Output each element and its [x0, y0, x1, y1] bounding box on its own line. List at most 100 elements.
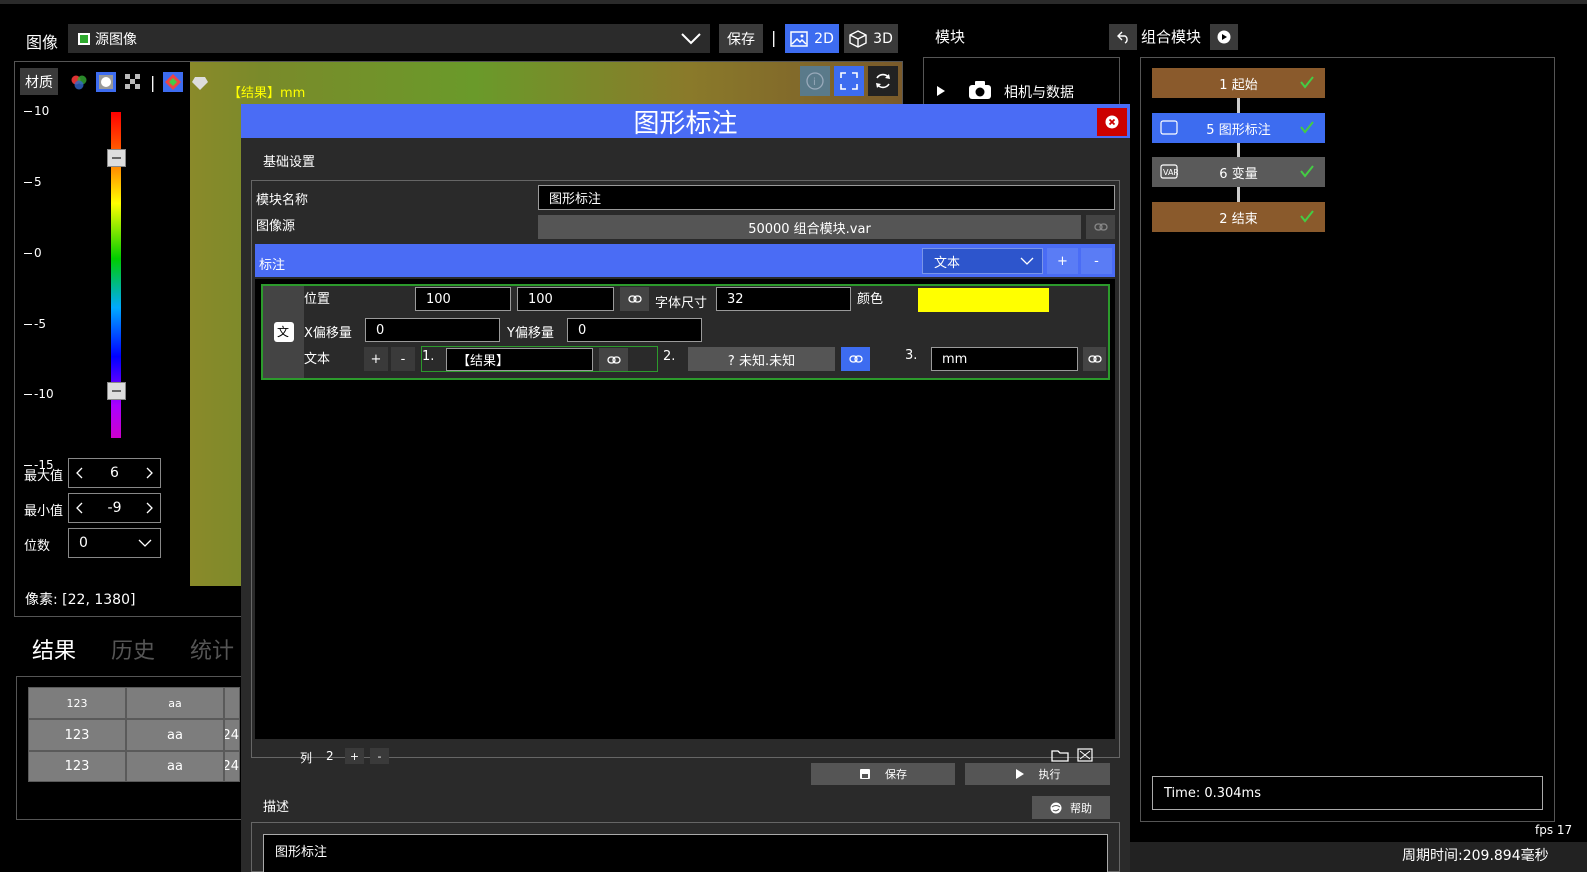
- module-camera-data[interactable]: 相机与数据: [1004, 82, 1074, 102]
- fullscreen-icon[interactable]: [1077, 748, 1093, 762]
- scale-max-handle[interactable]: [107, 149, 126, 167]
- material-toolbar: |: [70, 72, 209, 92]
- combo-title: 组合模块: [1141, 28, 1202, 46]
- flow-node[interactable]: 2 结束: [1152, 202, 1325, 232]
- image-source-label: 图像源: [256, 219, 296, 234]
- link-text-2-button[interactable]: [841, 347, 870, 371]
- description-input[interactable]: 图形标注: [263, 834, 1108, 872]
- scale-min-handle[interactable]: [107, 382, 126, 400]
- column-label: 列: [300, 751, 313, 765]
- modules-title: 模块: [935, 28, 966, 46]
- digits-label: 位数: [24, 539, 51, 554]
- scale-tick: -5: [24, 317, 46, 331]
- module-name-label: 模块名称: [256, 193, 309, 208]
- annotation-type-select[interactable]: 文本: [922, 248, 1043, 274]
- digits-select[interactable]: 0: [68, 528, 161, 558]
- x-offset-label: X偏移量: [304, 326, 352, 341]
- texture-icon[interactable]: [96, 72, 116, 92]
- chevron-left-icon[interactable]: [75, 502, 83, 514]
- max-value-stepper[interactable]: 6: [68, 458, 161, 488]
- flow-node[interactable]: VAR 6 变量: [1152, 157, 1325, 187]
- save-image-button[interactable]: 保存: [719, 24, 763, 53]
- flow-node-label: 2 结束: [1219, 211, 1258, 227]
- image-source-field[interactable]: 50000 组合模块.var: [538, 215, 1081, 239]
- material-separator: |: [150, 72, 156, 92]
- text-part-1-input[interactable]: 【结果】: [446, 348, 593, 371]
- tick-label: 10: [34, 104, 50, 118]
- tab-history[interactable]: 历史: [111, 633, 155, 665]
- add-text-part-button[interactable]: +: [364, 347, 388, 371]
- text-part-3-number: 3.: [905, 348, 918, 363]
- text-part-3-input[interactable]: mm: [931, 347, 1078, 371]
- flow-node[interactable]: 5 图形标注: [1152, 113, 1325, 143]
- scale-tick: 0: [24, 246, 42, 260]
- checker-icon[interactable]: [124, 73, 142, 91]
- rgb-circles-icon[interactable]: [70, 73, 88, 91]
- module-name-input[interactable]: 图形标注: [538, 185, 1115, 210]
- chevron-left-icon[interactable]: [75, 467, 83, 479]
- refresh-button[interactable]: [868, 66, 898, 96]
- color-swatch[interactable]: [918, 288, 1049, 312]
- scale-tick: -10: [24, 387, 54, 401]
- text-part-2-field[interactable]: ? 未知.未知: [688, 347, 835, 371]
- folder-icon[interactable]: [1051, 748, 1069, 762]
- position-y-input[interactable]: 100: [517, 287, 614, 311]
- min-value-stepper[interactable]: -9: [68, 493, 161, 523]
- remove-column-button[interactable]: -: [370, 748, 389, 764]
- link-source-button[interactable]: [1086, 215, 1115, 239]
- add-annotation-button[interactable]: +: [1047, 248, 1078, 274]
- x-offset-input[interactable]: 0: [365, 318, 500, 342]
- link-text-3-button[interactable]: [1083, 347, 1106, 371]
- info-icon: i: [806, 72, 824, 90]
- link-icon: [1087, 354, 1102, 364]
- back-button[interactable]: [1109, 24, 1137, 50]
- chevron-right-icon[interactable]: [146, 502, 154, 514]
- add-column-button[interactable]: +: [345, 748, 364, 764]
- min-value-label: 最小值: [24, 504, 64, 519]
- run-combo-button[interactable]: [1210, 24, 1238, 50]
- save-icon: [859, 768, 871, 780]
- remove-annotation-button[interactable]: -: [1081, 248, 1112, 274]
- digits-value: 0: [79, 535, 88, 551]
- link-icon: [848, 354, 863, 364]
- chevron-right-icon[interactable]: [146, 467, 154, 479]
- y-offset-input[interactable]: 0: [567, 318, 702, 342]
- play-circle-icon: [1217, 30, 1231, 44]
- info-button[interactable]: i: [800, 66, 830, 96]
- run-button[interactable]: 执行: [965, 763, 1110, 785]
- view-3d-button[interactable]: 3D: [844, 24, 898, 53]
- tick-label: -5: [34, 317, 46, 331]
- remove-text-part-button[interactable]: -: [391, 347, 415, 371]
- annotation-node-icon: [1160, 120, 1178, 135]
- gem-icon[interactable]: [191, 73, 209, 91]
- help-button[interactable]: 帮助: [1032, 796, 1110, 819]
- table-cell: aa: [126, 687, 224, 719]
- color-map-icon[interactable]: [163, 72, 184, 92]
- description-label: 描述: [263, 800, 290, 815]
- tick-label: 5: [34, 175, 42, 189]
- link-position-button[interactable]: [620, 287, 649, 311]
- annotation-item-handle[interactable]: 文: [263, 286, 304, 378]
- table-cell: aa: [126, 719, 224, 751]
- run-label: 执行: [1038, 768, 1061, 781]
- table-cell: aa: [126, 751, 224, 782]
- text-part-2-number: 2.: [663, 349, 676, 364]
- flow-node[interactable]: 1 起始: [1152, 68, 1325, 98]
- dialog-save-button[interactable]: 保存: [811, 763, 955, 785]
- tab-results[interactable]: 结果: [32, 633, 76, 665]
- close-dialog-button[interactable]: [1097, 108, 1127, 136]
- view-2d-button[interactable]: 2D: [785, 24, 839, 53]
- tab-statistics[interactable]: 统计: [190, 633, 234, 665]
- toolbar-separator: |: [771, 28, 777, 47]
- view-2d-label: 2D: [814, 30, 834, 47]
- position-x-input[interactable]: 100: [415, 287, 511, 311]
- view-3d-label: 3D: [873, 30, 893, 47]
- link-text-1-button[interactable]: [599, 348, 628, 371]
- font-size-input[interactable]: 32: [716, 287, 851, 311]
- fit-view-button[interactable]: [834, 66, 864, 96]
- material-button[interactable]: 材质: [20, 68, 58, 95]
- expand-arrow-icon[interactable]: [936, 86, 946, 96]
- image-source-select[interactable]: 源图像: [68, 24, 710, 53]
- annotation-type-value: 文本: [934, 255, 961, 271]
- variable-node-icon: VAR: [1160, 164, 1178, 179]
